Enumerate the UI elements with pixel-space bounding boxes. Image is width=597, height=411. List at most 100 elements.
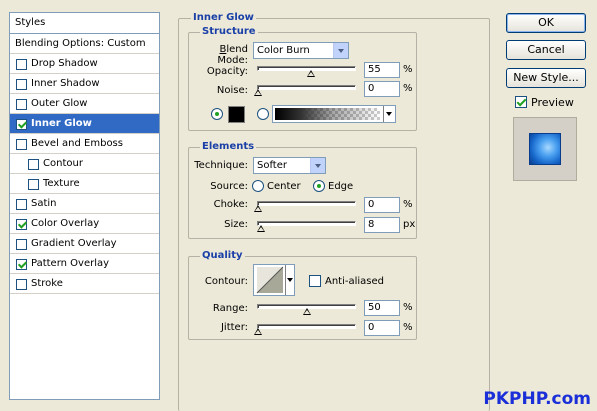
contour-picker[interactable] [253,264,295,296]
jitter-input[interactable]: 0 [364,320,400,336]
style-item-label: Inner Shadow [31,78,100,89]
style-checkbox[interactable] [16,79,27,90]
structure-title: Structure [200,26,258,38]
jitter-label: Jitter: [220,322,248,333]
inner-glow-title: Inner Glow [191,12,256,24]
style-item-color-overlay[interactable]: Color Overlay [10,214,159,234]
style-item-inner-glow[interactable]: Inner Glow [10,114,159,134]
jitter-slider-thumb[interactable] [254,328,262,335]
anti-aliased-label[interactable]: Anti-aliased [325,276,384,287]
noise-input[interactable]: 0 [364,81,400,97]
preview-thumbnail [513,117,577,181]
elements-title: Elements [200,141,257,153]
style-checkbox[interactable] [16,139,27,150]
blending-options-label: Blending Options: Custom [15,38,146,49]
style-item-satin[interactable]: Satin [10,194,159,214]
style-item-outer-glow[interactable]: Outer Glow [10,94,159,114]
noise-slider-thumb[interactable] [254,89,262,96]
jitter-slider[interactable] [257,324,356,329]
technique-value: Softer [257,160,287,171]
source-edge-radio[interactable] [313,180,325,192]
noise-unit: % [403,83,413,94]
style-checkbox[interactable] [28,159,39,170]
watermark-logo: PKPHP.com [483,389,591,409]
style-checkbox[interactable] [16,239,27,250]
blending-options-item[interactable]: Blending Options: Custom [10,34,159,54]
style-checkbox[interactable] [16,219,27,230]
style-item-bevel-and-emboss[interactable]: Bevel and Emboss [10,134,159,154]
size-slider[interactable] [257,221,356,226]
preview-checkbox[interactable] [515,96,527,108]
choke-unit: % [403,199,413,210]
choke-label: Choke: [213,199,248,210]
source-center-label[interactable]: Center [267,181,301,192]
style-item-label: Color Overlay [31,218,100,229]
style-item-label: Texture [43,178,80,189]
size-input[interactable]: 8 [364,217,400,233]
size-slider-thumb[interactable] [257,225,266,232]
contour-chevron-down-icon[interactable] [285,265,294,295]
blend-mode-select[interactable]: Color Burn [253,42,349,59]
technique-label: Technique: [194,160,248,171]
gradient-picker[interactable] [272,105,396,123]
cancel-button[interactable]: Cancel [506,40,586,60]
style-checkbox[interactable] [16,59,27,70]
gradient-radio[interactable] [257,108,269,120]
style-item-label: Contour [43,158,83,169]
opacity-unit: % [403,64,413,75]
style-item-drop-shadow[interactable]: Drop Shadow [10,54,159,74]
blend-mode-value: Color Burn [257,45,310,56]
style-item-label: Satin [31,198,57,209]
noise-label: Noise: [216,85,248,96]
style-checkbox[interactable] [16,119,27,130]
style-checkbox[interactable] [16,99,27,110]
contour-label: Contour: [204,276,248,287]
chevron-down-icon[interactable] [310,158,325,173]
style-item-label: Gradient Overlay [31,238,117,249]
style-item-pattern-overlay[interactable]: Pattern Overlay [10,254,159,274]
blend-mode-label: Blend Mode: [217,44,248,66]
style-item-gradient-overlay[interactable]: Gradient Overlay [10,234,159,254]
anti-aliased-checkbox[interactable] [309,275,321,287]
styles-list: Styles Blending Options: Custom Drop Sha… [9,12,160,400]
style-item-contour[interactable]: Contour [10,154,159,174]
opacity-input[interactable]: 55 [364,62,400,78]
choke-slider[interactable] [257,201,356,206]
choke-input[interactable]: 0 [364,197,400,213]
technique-select[interactable]: Softer [253,157,326,174]
style-item-stroke[interactable]: Stroke [10,274,159,294]
range-slider-thumb[interactable] [302,308,311,315]
style-item-label: Bevel and Emboss [31,138,123,149]
jitter-unit: % [403,322,413,333]
style-checkbox[interactable] [16,259,27,270]
style-checkbox[interactable] [16,199,27,210]
style-item-label: Drop Shadow [31,58,98,69]
range-label: Range: [212,303,248,314]
chevron-down-icon[interactable] [333,43,348,58]
style-item-label: Stroke [31,278,63,289]
style-checkbox[interactable] [28,179,39,190]
source-edge-label[interactable]: Edge [328,181,353,192]
gradient-preview [275,108,380,120]
contour-curve-icon [256,266,284,294]
styles-header[interactable]: Styles [10,13,159,34]
source-center-radio[interactable] [252,180,264,192]
style-checkbox[interactable] [16,279,27,290]
new-style-button[interactable]: New Style... [506,68,586,88]
preview-label[interactable]: Preview [531,96,574,109]
source-label: Source: [210,181,248,192]
solid-color-radio[interactable] [211,108,223,120]
glow-color-swatch[interactable] [228,106,245,123]
choke-slider-thumb[interactable] [254,205,262,212]
opacity-label: Opacity: [206,66,248,77]
noise-slider[interactable] [257,85,356,90]
ok-button[interactable]: OK [506,13,586,33]
size-label: Size: [224,219,248,230]
range-input[interactable]: 50 [364,300,400,316]
style-item-inner-shadow[interactable]: Inner Shadow [10,74,159,94]
gradient-chevron-down-icon[interactable] [383,106,395,122]
preview-swatch [529,133,561,165]
style-item-texture[interactable]: Texture [10,174,159,194]
size-unit: px [403,219,416,230]
opacity-slider-thumb[interactable] [307,70,316,77]
